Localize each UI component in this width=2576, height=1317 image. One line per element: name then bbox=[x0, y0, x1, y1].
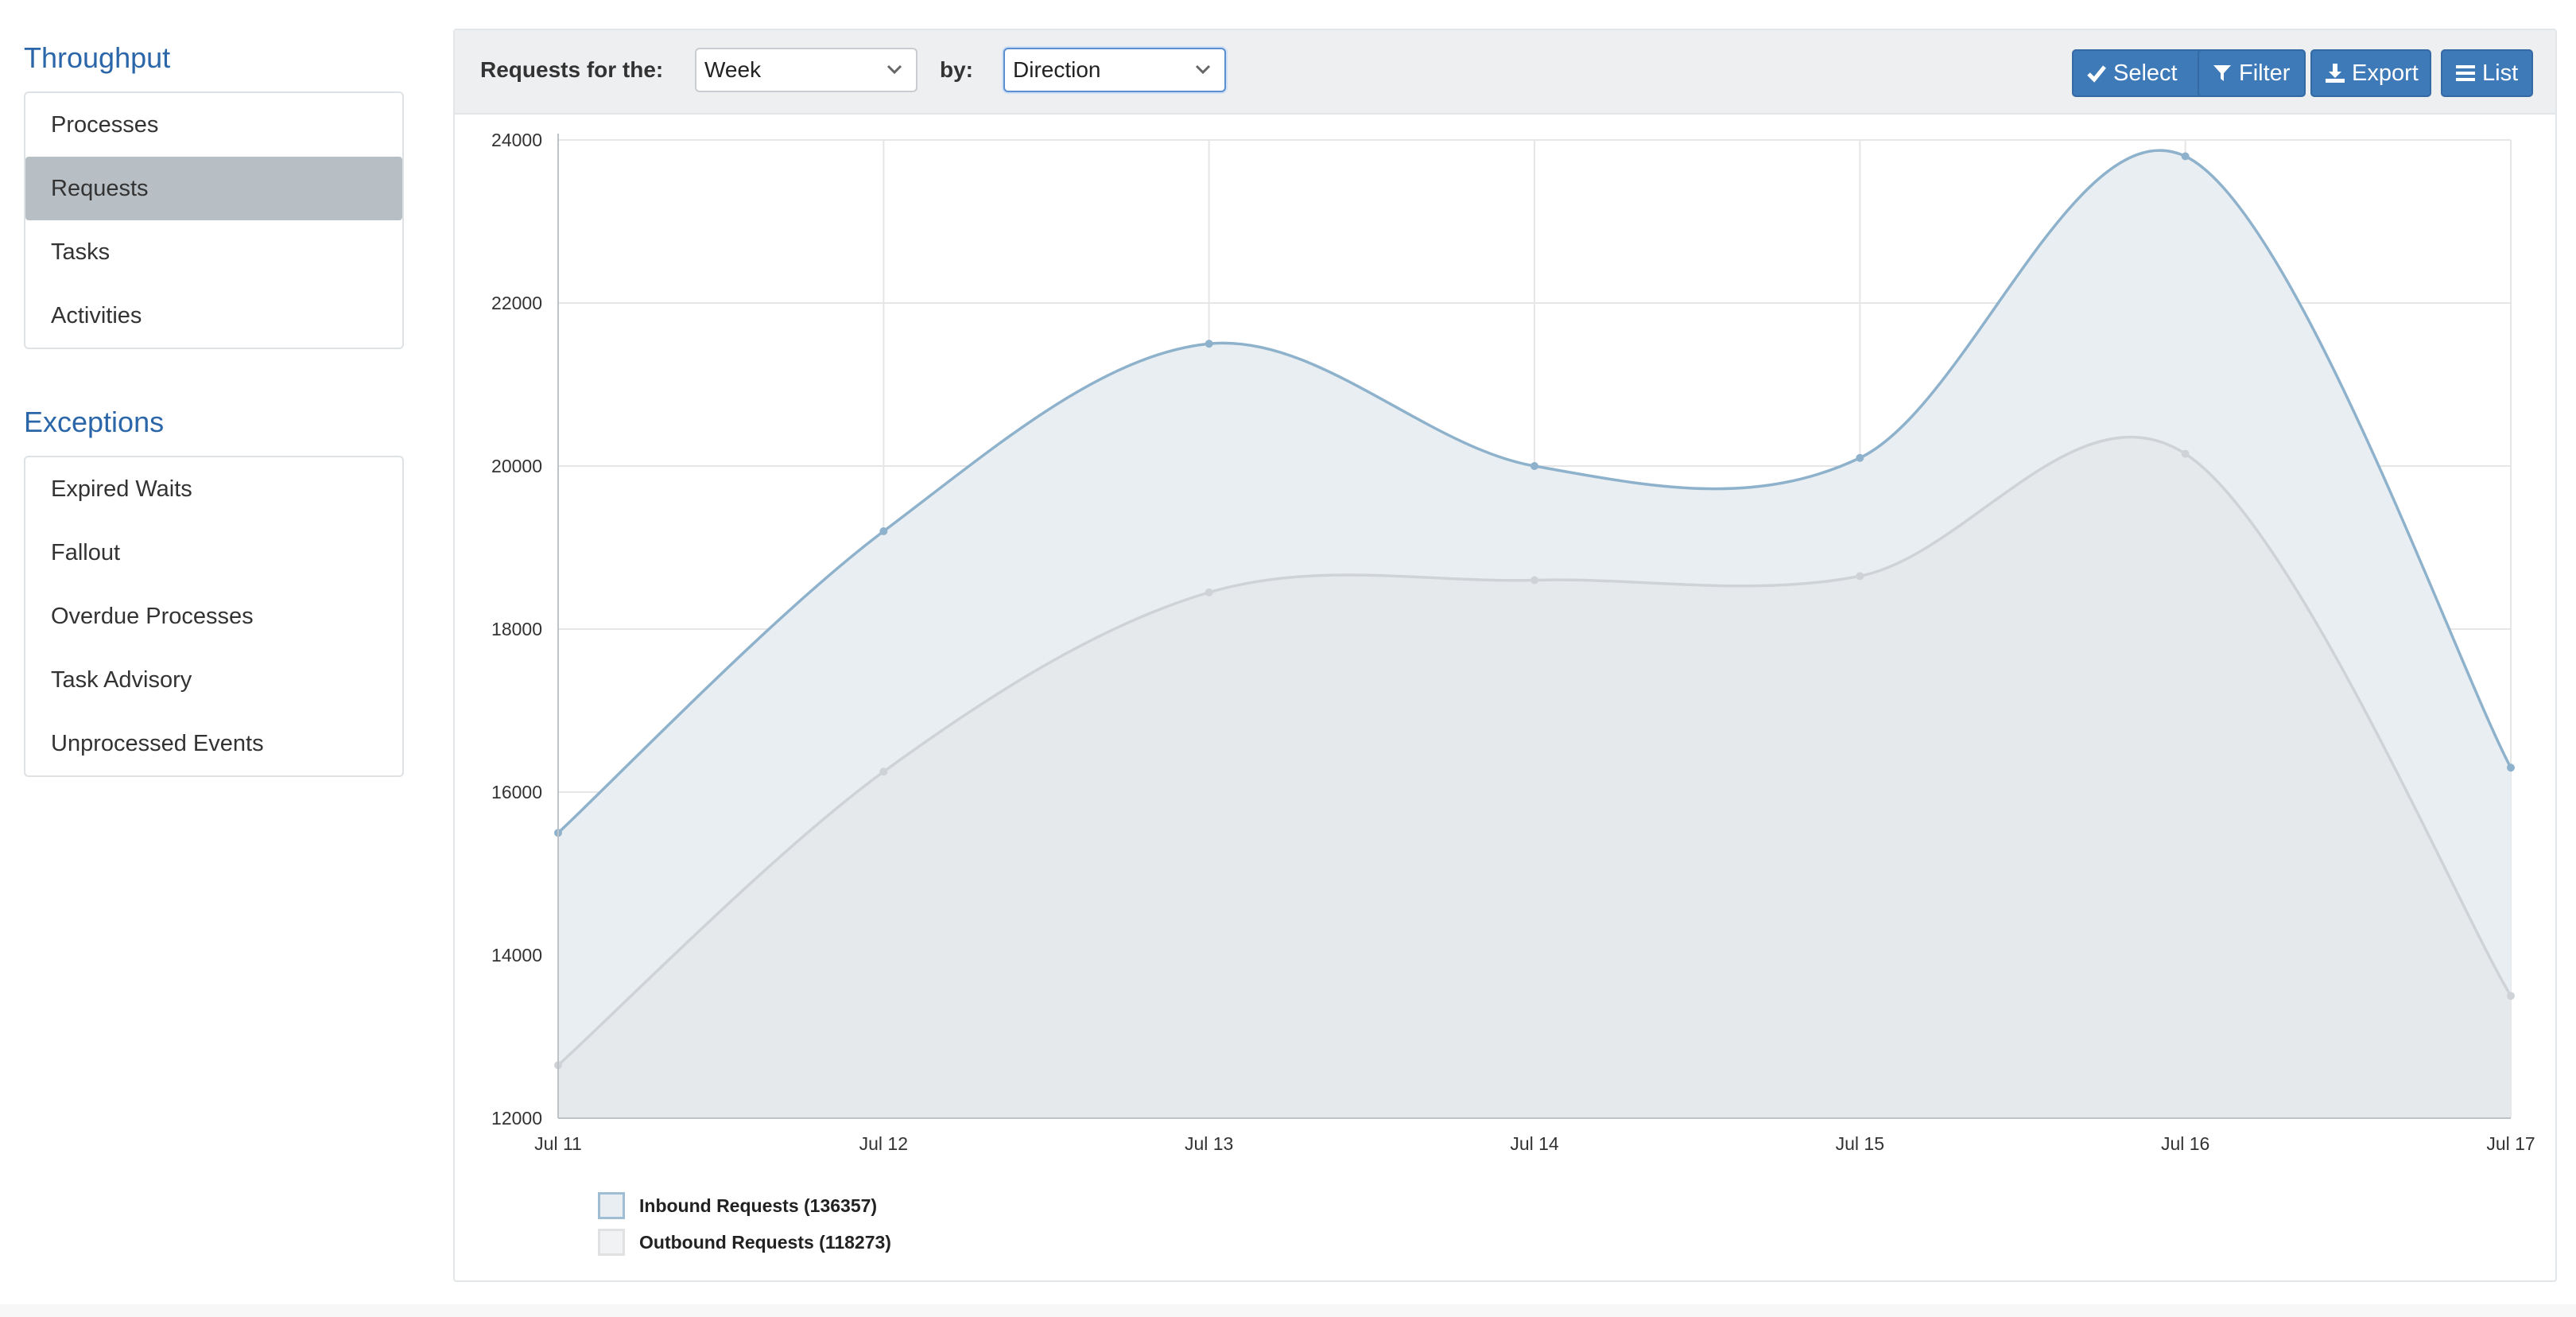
data-point-outbound bbox=[2507, 992, 2515, 1000]
x-tick-label: Jul 12 bbox=[859, 1133, 908, 1154]
x-tick-label: Jul 13 bbox=[1185, 1133, 1233, 1154]
legend-item-inbound[interactable]: Inbound Requests (136357) bbox=[598, 1190, 877, 1222]
legend-item-outbound[interactable]: Outbound Requests (118273) bbox=[598, 1226, 891, 1258]
sidebar-item-task-advisory[interactable]: Task Advisory bbox=[25, 648, 402, 712]
x-tick-label: Jul 15 bbox=[1836, 1133, 1884, 1154]
exceptions-nav: Expired Waits Fallout Overdue Processes … bbox=[24, 456, 404, 777]
legend-swatch-inbound bbox=[598, 1192, 625, 1219]
sidebar-item-overdue-processes[interactable]: Overdue Processes bbox=[25, 585, 402, 648]
sidebar-item-fallout[interactable]: Fallout bbox=[25, 521, 402, 585]
footer-band bbox=[0, 1304, 2576, 1317]
sidebar-item-unprocessed-events[interactable]: Unprocessed Events bbox=[25, 712, 402, 775]
y-tick-label: 22000 bbox=[491, 293, 542, 313]
sidebar-item-tasks[interactable]: Tasks bbox=[25, 220, 402, 284]
requests-area-chart: 12000 14000 16000 18000 20000 22000 24000 Jul 1… bbox=[491, 130, 2535, 1154]
sidebar-item-processes[interactable]: Processes bbox=[25, 93, 402, 157]
data-point-outbound bbox=[2181, 449, 2190, 458]
throughput-nav: Processes Requests Tasks Activities bbox=[24, 91, 404, 349]
x-tick-label: Jul 17 bbox=[2486, 1133, 2535, 1154]
y-tick-label: 20000 bbox=[491, 456, 542, 476]
data-point-inbound bbox=[1856, 453, 1864, 462]
y-tick-label: 14000 bbox=[491, 945, 542, 965]
y-tick-label: 16000 bbox=[491, 782, 542, 802]
legend-label-inbound: Inbound Requests (136357) bbox=[639, 1195, 878, 1216]
exceptions-heading: Exceptions bbox=[24, 406, 165, 438]
data-point-inbound bbox=[1530, 462, 1538, 470]
data-point-outbound bbox=[879, 767, 888, 776]
sidebar-item-activities[interactable]: Activities bbox=[25, 284, 402, 348]
sidebar-item-requests[interactable]: Requests bbox=[25, 157, 402, 220]
data-point-outbound bbox=[1856, 572, 1864, 581]
y-tick-label: 18000 bbox=[491, 619, 542, 639]
legend-label-outbound: Outbound Requests (118273) bbox=[639, 1231, 891, 1253]
data-point-inbound bbox=[879, 527, 888, 535]
legend-swatch-outbound bbox=[598, 1229, 625, 1256]
x-tick-label: Jul 11 bbox=[534, 1133, 582, 1154]
data-point-outbound bbox=[1205, 588, 1213, 596]
throughput-heading: Throughput bbox=[24, 41, 171, 74]
data-point-outbound bbox=[1530, 576, 1538, 585]
data-point-inbound bbox=[2181, 152, 2190, 161]
x-tick-label: Jul 14 bbox=[1510, 1133, 1559, 1154]
chart-panel: Requests for the: Week by: Direction Sel… bbox=[453, 29, 2557, 1282]
sidebar-item-expired-waits[interactable]: Expired Waits bbox=[25, 457, 402, 521]
data-point-inbound bbox=[1205, 340, 1213, 348]
data-point-inbound bbox=[2507, 763, 2515, 772]
y-tick-label: 24000 bbox=[491, 130, 542, 150]
y-tick-label: 12000 bbox=[491, 1108, 542, 1129]
x-tick-label: Jul 16 bbox=[2161, 1133, 2209, 1154]
